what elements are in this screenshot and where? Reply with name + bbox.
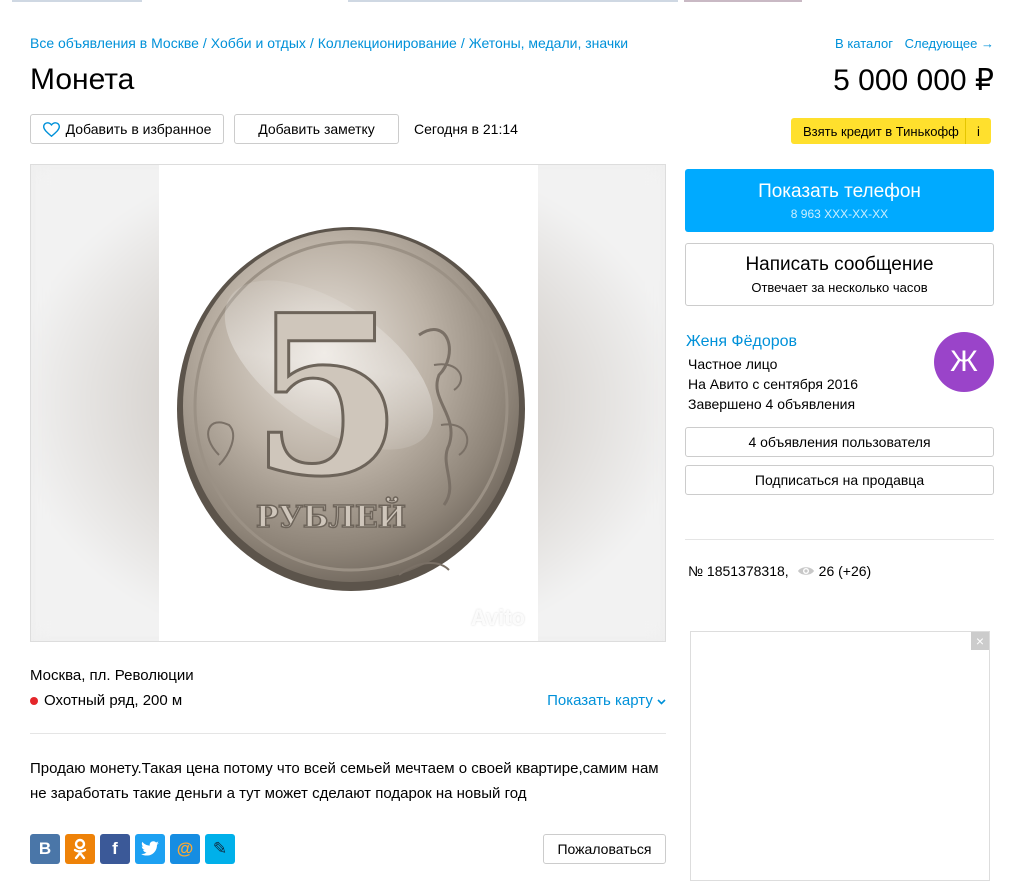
facebook-share-icon[interactable]: f xyxy=(100,834,130,864)
sidebar-divider xyxy=(685,539,994,540)
add-note-button[interactable]: Добавить заметку xyxy=(234,114,399,144)
main-photo[interactable]: 5 РУБЛЕЙ xyxy=(159,165,538,641)
top-nav: В каталог Следующее → xyxy=(827,36,994,51)
metro-label: Охотный ряд, 200 м xyxy=(44,692,183,709)
heart-icon xyxy=(42,121,60,137)
address: Москва, пл. Революции xyxy=(30,667,194,684)
show-map-label: Показать карту xyxy=(547,692,653,709)
page-title: Монета xyxy=(30,63,135,96)
ad-banner[interactable]: × xyxy=(690,631,990,881)
share-buttons: В f @ ✎ xyxy=(30,834,240,864)
views-count: 26 (+26) xyxy=(818,563,872,579)
publish-date: Сегодня в 21:14 xyxy=(414,121,518,137)
photo-gallery[interactable]: 5 РУБЛЕЙ Avito xyxy=(30,164,666,642)
seller-info: Частное лицо На Авито с сентября 2016 За… xyxy=(688,354,858,414)
item-meta: № 1851378318, 26 (+26) xyxy=(688,563,871,579)
eye-icon xyxy=(797,567,814,575)
ok-share-icon[interactable] xyxy=(65,834,95,864)
vk-share-icon[interactable]: В xyxy=(30,834,60,864)
top-thumbnail-strip xyxy=(0,0,1026,3)
avito-watermark: Avito xyxy=(470,605,525,630)
breadcrumb-item-hobby[interactable]: Хобби и отдых xyxy=(211,35,306,51)
breadcrumb: Все объявления в Москве / Хобби и отдых / Ко… xyxy=(30,35,628,51)
avatar[interactable]: Ж xyxy=(934,332,994,392)
catalog-link[interactable]: В каталог xyxy=(835,36,893,51)
seller-since: На Авито с сентября 2016 xyxy=(688,376,858,392)
info-icon[interactable]: i xyxy=(965,118,991,144)
seller-completed: Завершено 4 объявления xyxy=(688,396,856,412)
seller-ads-button[interactable]: 4 объявления пользователя xyxy=(685,427,994,457)
breadcrumb-item-collecting[interactable]: Коллекционирование xyxy=(318,35,457,51)
svg-text:РУБЛЕЙ: РУБЛЕЙ xyxy=(256,497,406,535)
metro-line-icon xyxy=(30,696,38,705)
seller-name-link[interactable]: Женя Фёдоров xyxy=(686,333,797,351)
complain-button[interactable]: Пожаловаться xyxy=(543,834,666,864)
svg-text:5: 5 xyxy=(250,266,403,525)
add-favorite-label: Добавить в избранное xyxy=(65,121,212,137)
content-divider xyxy=(30,733,666,734)
description: Продаю монету.Такая цена потому что всей… xyxy=(30,760,659,802)
chevron-down-icon xyxy=(657,699,666,705)
breadcrumb-item-all-moscow[interactable]: Все объявления в Москве xyxy=(30,35,199,51)
close-icon[interactable]: × xyxy=(971,632,989,650)
show-phone-label: Показать телефон xyxy=(758,180,921,202)
ok-glyph xyxy=(73,838,87,860)
mail-share-icon[interactable]: @ xyxy=(170,834,200,864)
phone-mask: 8 963 XXX-XX-XX xyxy=(790,206,889,221)
show-phone-button[interactable]: Показать телефон 8 963 XXX-XX-XX xyxy=(685,169,994,232)
livejournal-share-icon[interactable]: ✎ xyxy=(205,834,235,864)
write-message-label: Написать сообщение xyxy=(745,254,934,275)
item-number: № 1851378318, xyxy=(688,563,789,579)
show-map-link[interactable]: Показать карту xyxy=(547,692,666,709)
metro-station: Охотный ряд, 200 м xyxy=(30,692,182,709)
twitter-bird xyxy=(141,841,159,856)
subscribe-seller-button[interactable]: Подписаться на продавца xyxy=(685,465,994,495)
coin-image: 5 РУБЛЕЙ xyxy=(177,227,525,591)
tinkoff-credit-button[interactable]: Взять кредит в Тинькофф i xyxy=(791,118,991,144)
seller-type: Частное лицо xyxy=(688,356,778,372)
next-link[interactable]: Следующее → xyxy=(905,36,994,51)
add-favorite-button[interactable]: Добавить в избранное xyxy=(30,114,224,144)
twitter-share-icon[interactable] xyxy=(135,834,165,864)
reply-time: Отвечает за несколько часов xyxy=(751,280,928,295)
tinkoff-credit-label: Взять кредит в Тинькофф xyxy=(803,123,959,139)
write-message-button[interactable]: Написать сообщение Отвечает за несколько… xyxy=(685,243,994,306)
price: 5 000 000 ₽ xyxy=(833,64,994,97)
breadcrumb-separator: / xyxy=(202,35,207,51)
breadcrumb-separator: / xyxy=(460,35,465,51)
breadcrumb-separator: / xyxy=(309,35,314,51)
breadcrumb-item-tokens[interactable]: Жетоны, медали, значки xyxy=(469,35,628,51)
